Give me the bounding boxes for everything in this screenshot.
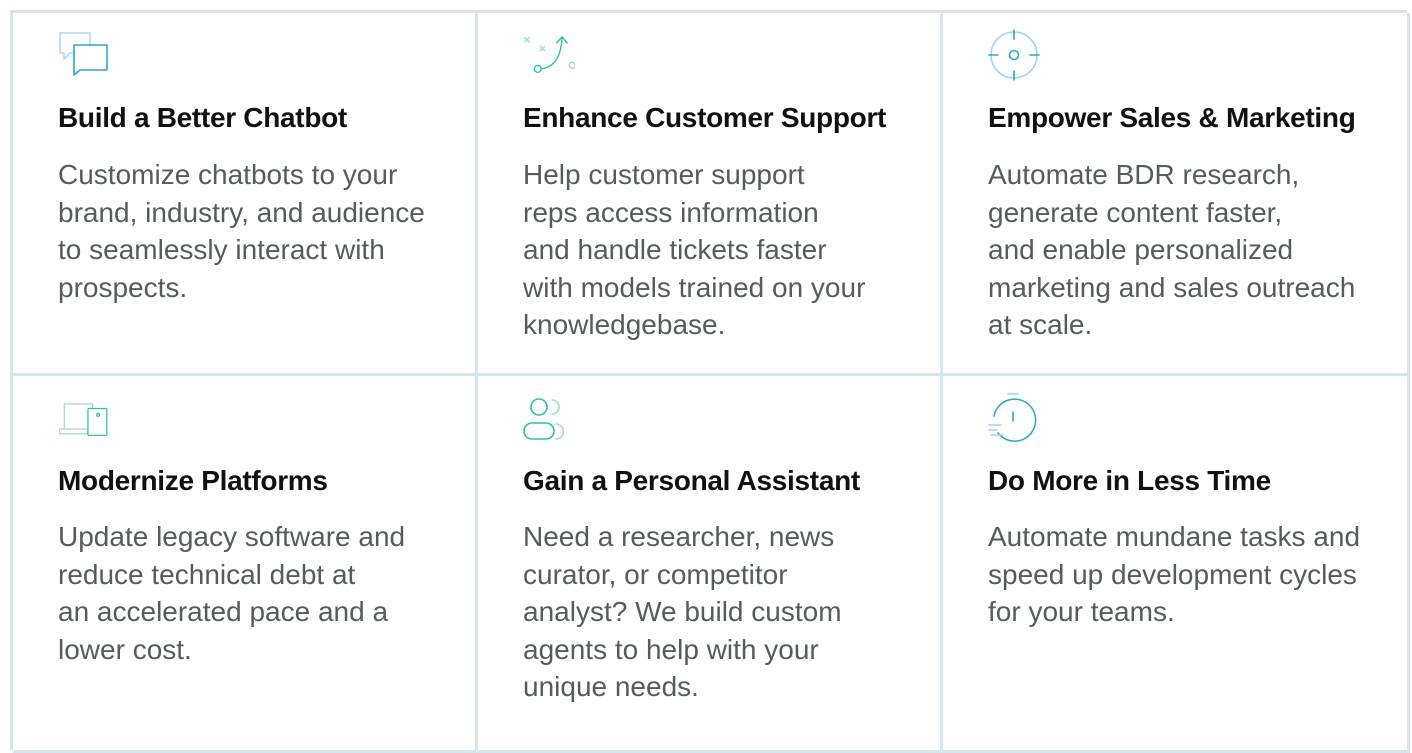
feature-description: Help customer support reps access inform… [523, 159, 866, 340]
feature-card-sales: Empower Sales & Marketing Automate BDR r… [943, 13, 1410, 376]
feature-description: Automate mundane tasks and speed up deve… [988, 521, 1361, 627]
feature-card-platforms: Modernize Platforms Update legacy softwa… [13, 376, 478, 753]
feature-title: Gain a Personal Assistant [523, 465, 860, 496]
feature-description: Need a researcher, news curator, or comp… [523, 521, 842, 702]
feature-title: Enhance Customer Support [523, 102, 887, 133]
feature-title: Empower Sales & Marketing [988, 102, 1356, 133]
person-assistant-icon [523, 392, 575, 444]
feature-title: Modernize Platforms [58, 465, 328, 496]
feature-card-assistant: Gain a Personal Assistant Need a researc… [478, 376, 943, 753]
feature-description: Customize chatbots to your brand, indust… [58, 159, 425, 303]
devices-icon [58, 392, 110, 444]
stopwatch-icon [988, 392, 1040, 444]
feature-title: Build a Better Chatbot [58, 102, 347, 133]
features-grid: Build a Better Chatbot Customize chatbot… [10, 10, 1410, 753]
feature-card-time: Do More in Less Time Automate mundane ta… [943, 376, 1410, 753]
target-crosshair-icon [988, 29, 1040, 81]
strategy-play-icon [523, 29, 575, 81]
feature-description: Automate BDR research, generate content … [988, 159, 1356, 340]
feature-description: Update legacy software and reduce techni… [58, 521, 406, 665]
feature-card-support: Enhance Customer Support Help customer s… [478, 13, 943, 376]
chat-bubbles-icon [58, 29, 110, 81]
feature-card-chatbot: Build a Better Chatbot Customize chatbot… [13, 13, 478, 376]
feature-title: Do More in Less Time [988, 465, 1271, 496]
